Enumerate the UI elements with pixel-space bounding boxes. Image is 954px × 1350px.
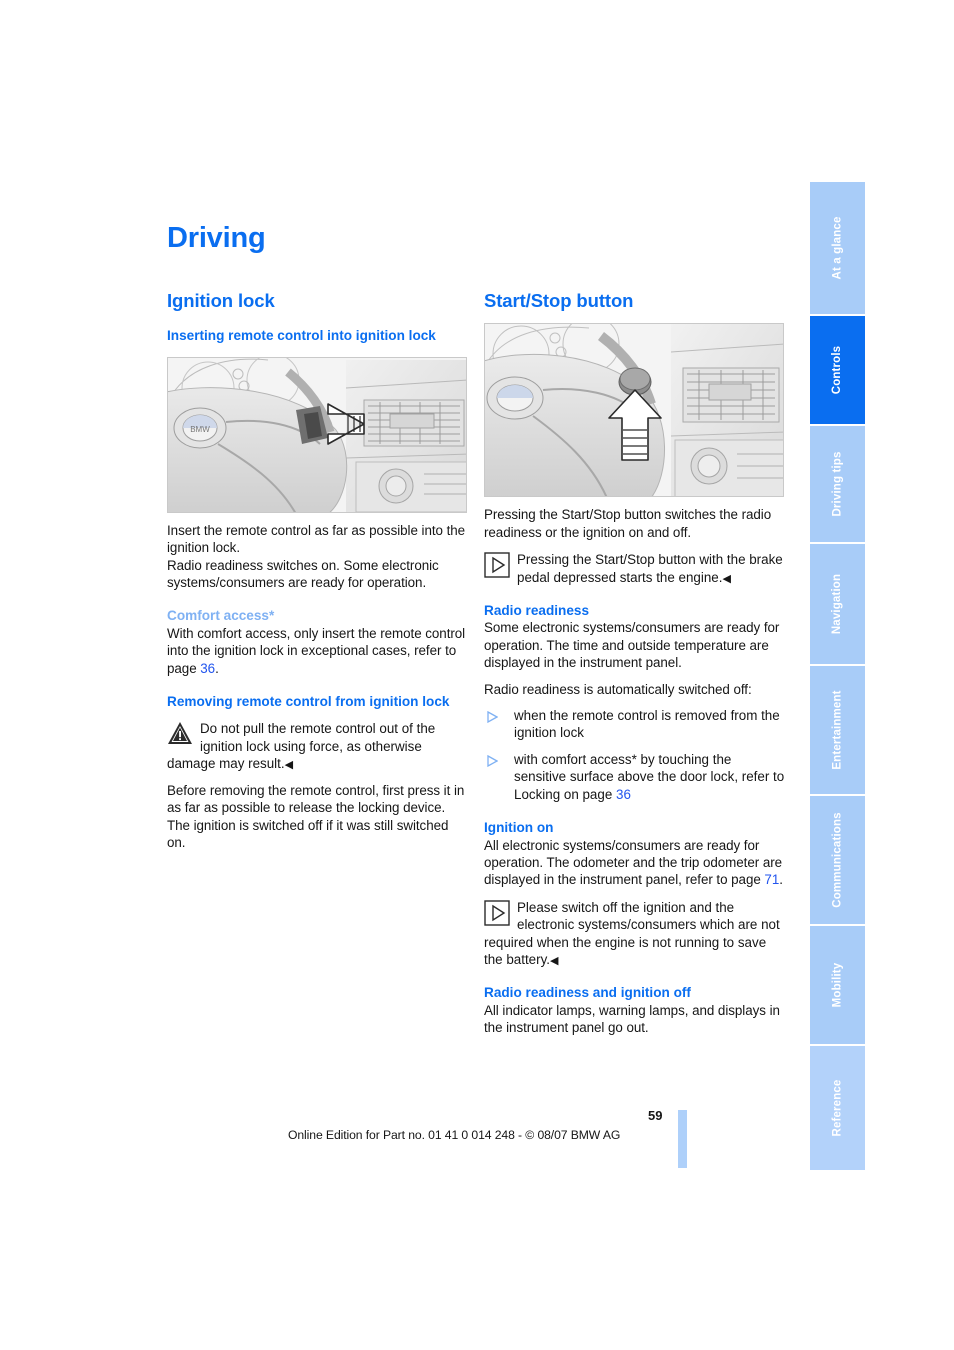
sidebar-item-navigation[interactable]: Navigation [810,544,865,664]
sidebar-item-label: Mobility [831,962,844,1008]
radio-readiness-bullet-list: when the remote control is removed from … [484,707,786,803]
sidebar-item-at-a-glance[interactable]: At a glance [810,182,865,314]
sidebar-item-label: Navigation [831,573,844,635]
page-reference-71[interactable]: 71 [764,872,779,887]
subheading-radio-readiness-ignition-off: Radio readiness and ignition off [484,985,691,1001]
paragraph-before-removing: Before removing the remote control, firs… [167,782,465,816]
sidebar-item-communications[interactable]: Communications [810,796,865,924]
warning-block: Do not pull the remote control out of th… [167,720,469,772]
bullet-triangle-icon [486,754,499,767]
page-number: 59 [648,1108,663,1123]
right-column: Start/Stop button Pressing the Start/Sto… [484,290,786,1037]
page-reference-36[interactable]: 36 [616,787,631,802]
list-item: with comfort access* by touching the sen… [484,751,786,803]
ignition-on-text-b: . [779,872,783,888]
page-reference-36[interactable]: 36 [200,661,215,676]
note-block-brake-pedal: Pressing the Start/Stop button with the … [484,551,786,586]
paragraph-radio-readiness-on: Radio readiness switches on. Some electr… [167,557,439,590]
note-block-switch-off-ignition: Please switch off the ignition and the e… [484,899,786,969]
note-triangle-icon [484,900,510,926]
sidebar-item-entertainment[interactable]: Entertainment [810,666,865,794]
paragraph-radio-readiness-off: Radio readiness is automatically switche… [484,681,752,697]
paragraph-indicator-lamps-out: All indicator lamps, warning lamps, and … [484,1002,780,1036]
manual-page: Driving Ignition lock Inserting remote c… [0,0,954,1350]
subheading-ignition-on: Ignition on [484,820,554,836]
note-message: Please switch off the ignition and the e… [484,899,780,968]
paragraph-comfort-access: With comfort access, only insert the rem… [167,625,469,677]
note-end-mark: ◀ [550,955,558,968]
section-heading-start-stop-button: Start/Stop button [484,290,634,311]
footer-text: Online Edition for Part no. 01 41 0 014 … [288,1128,621,1142]
warning-message: Do not pull the remote control out of th… [167,721,436,772]
note-triangle-icon [484,552,510,578]
page-title: Driving [167,222,266,254]
figure-ignition-lock: BMW [167,356,467,513]
sidebar-item-label: Driving tips [831,451,844,517]
warning-end-mark: ◀ [284,759,293,772]
ignition-on-text-a: All electronic systems/consumers are rea… [484,837,783,888]
side-navigation-tabs: At a glance Controls Driving tips Naviga… [810,182,865,1170]
comfort-access-text-b: . [215,660,219,676]
sidebar-item-label: Communications [831,812,844,908]
sidebar-item-label: Reference [831,1079,844,1137]
subheading-radio-readiness: Radio readiness [484,602,590,618]
subheading-inserting-remote-control: Inserting remote control into ignition l… [167,328,436,344]
subheading-comfort-access: Comfort access* [167,608,275,624]
section-heading-ignition-lock: Ignition lock [167,290,275,311]
note-end-mark: ◀ [722,572,731,585]
sidebar-item-label: Entertainment [831,690,844,770]
sidebar-item-reference[interactable]: Reference [810,1046,865,1170]
paragraph-ignition-on: All electronic systems/consumers are rea… [484,837,786,889]
note-message: Pressing the Start/Stop button with the … [517,552,783,585]
sidebar-item-mobility[interactable]: Mobility [810,926,865,1044]
bullet-triangle-icon [486,710,499,724]
page-marker-bar [678,1110,687,1168]
list-item: when the remote control is removed from … [484,707,786,742]
ignition-lock-illustration: BMW [168,357,466,512]
paragraph-ignition-switched-off: The ignition is switched off if it was s… [167,817,449,850]
figure-start-stop-button [484,323,784,498]
note-text: Pressing the Start/Stop button with the … [517,552,783,584]
sidebar-item-controls[interactable]: Controls [810,316,865,424]
svg-text:BMW: BMW [190,425,210,434]
sidebar-item-label: At a glance [831,216,844,280]
warning-triangle-icon [167,721,193,747]
subheading-removing-remote-control: Removing remote control from ignition lo… [167,694,450,709]
paragraph-insert-remote: Insert the remote control as far as poss… [167,522,466,556]
sidebar-item-driving-tips[interactable]: Driving tips [810,426,865,542]
paragraph-pressing-start-stop: Pressing the Start/Stop button switches … [484,507,772,540]
warning-text: Do not pull the remote control out of th… [167,721,435,771]
paragraph-radio-readiness-desc: Some electronic systems/consumers are re… [484,620,780,671]
start-stop-illustration [485,324,783,497]
list-item-text-a: with comfort access [514,751,632,767]
list-item-text: when the remote control is removed from … [514,708,780,741]
left-column: Ignition lock Inserting remote control i… [167,290,469,851]
sidebar-item-label: Controls [831,345,844,395]
note-text: Please switch off the ignition and the e… [484,900,780,967]
